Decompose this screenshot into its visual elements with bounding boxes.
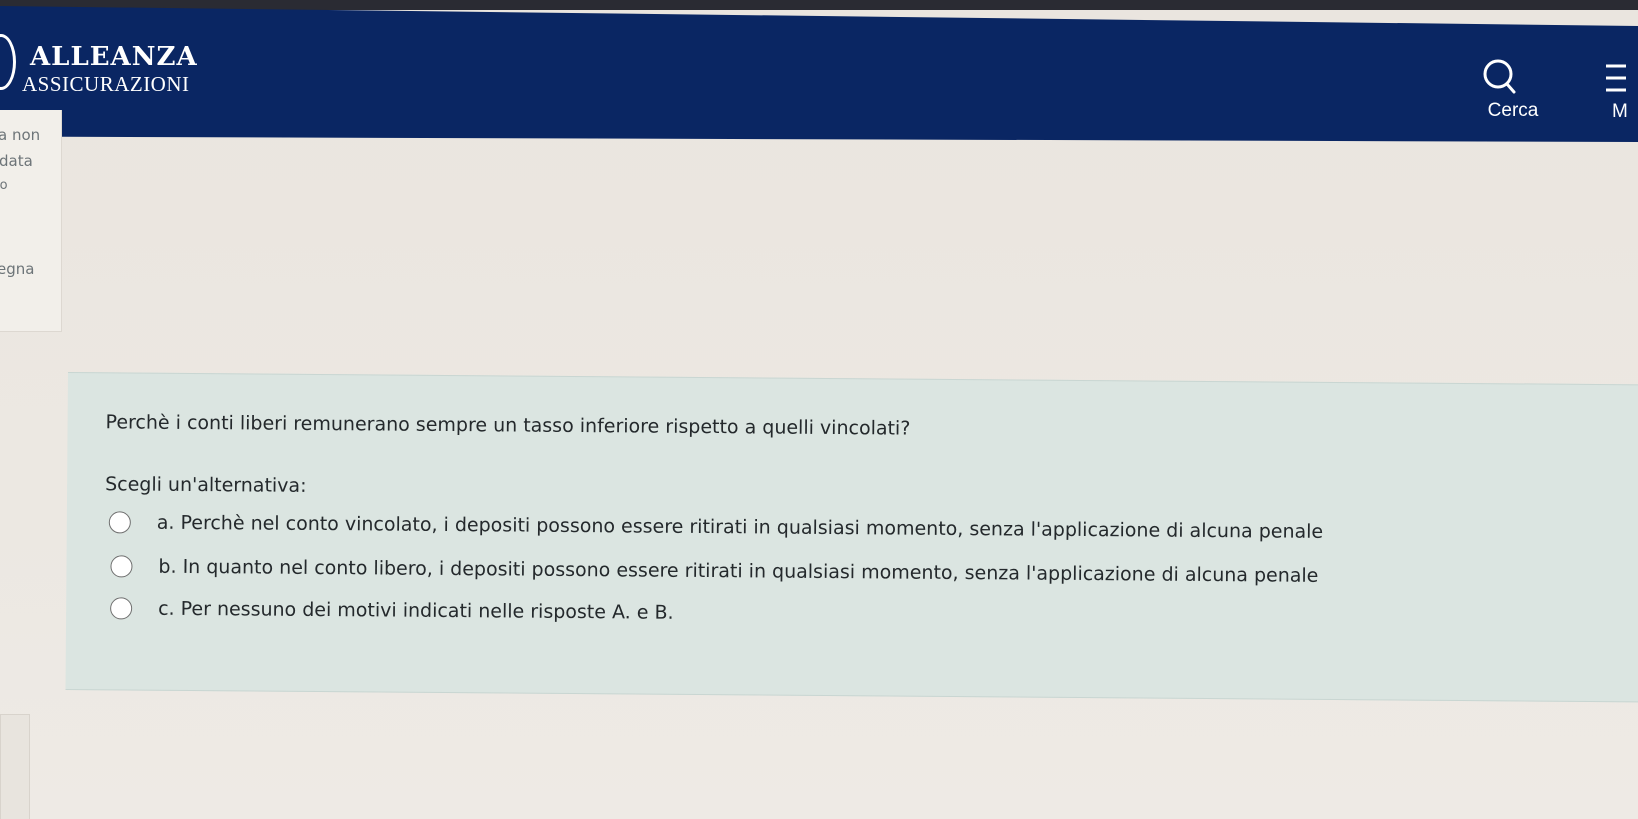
answer-option-c-label[interactable]: c. Per nessuno dei motivi indicati nelle… xyxy=(158,598,674,624)
answer-option-a-label[interactable]: a. Perchè nel conto vincolato, i deposit… xyxy=(157,512,1323,543)
lower-side-panel xyxy=(0,714,30,819)
logo-emblem-icon xyxy=(0,34,16,90)
alleanza-logo[interactable]: ALLEANZA ASSICURAZIONI xyxy=(0,28,200,98)
answer-prompt: Scegli un'alternativa: xyxy=(105,473,307,497)
answer-option-c[interactable]: c. Per nessuno dei motivi indicati nelle… xyxy=(110,593,674,627)
page: ALLEANZA ASSICURAZIONI Cerca M a non dat… xyxy=(0,0,1638,819)
menu-label: M xyxy=(1612,101,1628,122)
answer-option-b-label[interactable]: b. In quanto nel conto libero, i deposit… xyxy=(158,556,1318,587)
logo-line1: ALLEANZA xyxy=(30,42,198,72)
search-label: Cerca xyxy=(1487,100,1539,121)
logo-line2: ASSICURAZIONI xyxy=(22,72,190,96)
menu-button[interactable]: M xyxy=(1600,58,1638,122)
sidebar-text-3: io xyxy=(0,178,8,193)
question-text: Perchè i conti liberi remunerano sempre … xyxy=(105,411,911,440)
radio-button-a[interactable] xyxy=(108,511,131,534)
top-edge xyxy=(0,0,1638,10)
radio-button-b[interactable] xyxy=(110,555,133,578)
sidebar-text-2: data xyxy=(0,152,33,170)
question-box: Perchè i conti liberi remunerano sempre … xyxy=(65,372,1638,703)
answer-option-a[interactable]: a. Perchè nel conto vincolato, i deposit… xyxy=(108,507,1324,547)
sidebar-text-4: egna xyxy=(0,260,35,278)
sidebar-panel: a non data io egna xyxy=(0,110,62,332)
sidebar-text-1: a non xyxy=(0,126,41,144)
answer-option-b[interactable]: b. In quanto nel conto libero, i deposit… xyxy=(110,551,1319,590)
site-header xyxy=(0,6,1638,142)
search-button[interactable]: Cerca xyxy=(1468,58,1558,122)
radio-button-c[interactable] xyxy=(110,597,133,620)
menu-icon xyxy=(1606,64,1626,92)
search-icon xyxy=(1483,59,1516,94)
